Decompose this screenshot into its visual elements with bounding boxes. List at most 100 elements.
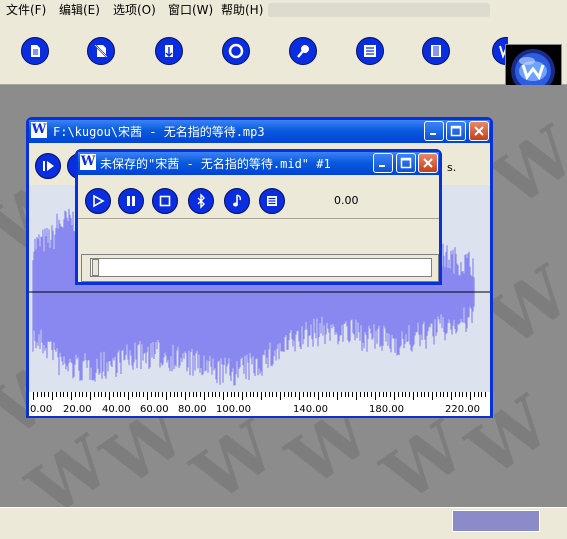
maximize-button[interactable]: [446, 121, 466, 141]
axis-tick: [120, 392, 122, 397]
blurred-region: [268, 3, 490, 17]
play-icon: [93, 194, 105, 208]
axis-tick: [397, 392, 399, 397]
seek-thumb[interactable]: [92, 259, 99, 276]
axis-tick: [329, 392, 331, 397]
watermark-w: W: [178, 404, 291, 519]
axis-tick: [215, 392, 217, 397]
axis-tick: [371, 392, 373, 397]
record-button[interactable]: [222, 37, 250, 65]
axis-label: 40.00: [102, 404, 131, 415]
time-display: 0.00: [334, 194, 359, 207]
axis-tick: [219, 392, 221, 397]
axis-tick: [196, 392, 198, 397]
axis-tick: [67, 392, 69, 397]
axis-tick: [337, 392, 338, 400]
axis-tick: [71, 392, 72, 400]
axis-tick: [257, 392, 259, 397]
seek-track[interactable]: [90, 258, 432, 277]
list-icon: [267, 196, 277, 206]
axis-tick: [390, 392, 392, 397]
maximize-button[interactable]: [396, 153, 416, 173]
axis-tick: [386, 392, 388, 397]
pause-button[interactable]: [118, 188, 144, 214]
axis-tick: [344, 392, 346, 397]
audio-window-titlebar[interactable]: W F:\kugou\宋茜 - 无名指的等待.mp3: [29, 120, 490, 143]
minimize-icon: [379, 165, 385, 167]
axis-tick: [382, 392, 384, 397]
axis-tick: [135, 392, 137, 397]
play-button[interactable]: [85, 188, 111, 214]
music-note-button[interactable]: [224, 188, 250, 214]
axis-tick: [192, 392, 194, 397]
axis-tick: [443, 392, 445, 397]
axis-tick: [318, 392, 319, 400]
divider: [78, 218, 439, 219]
axis-tick: [55, 392, 57, 397]
axis-tick: [249, 392, 251, 397]
app-icon: W: [31, 122, 47, 138]
import-button[interactable]: [155, 37, 183, 65]
axis-tick: [287, 392, 289, 397]
axis-tick: [109, 392, 110, 400]
menu-options[interactable]: 选项(O): [113, 2, 156, 18]
axis-tick: [97, 392, 99, 397]
menu-window[interactable]: 窗口(W): [168, 2, 213, 18]
menu-edit[interactable]: 编辑(E): [59, 2, 100, 18]
minimize-icon: [430, 133, 436, 135]
axis-tick: [367, 392, 369, 397]
axis-tick: [166, 392, 167, 400]
axis-tick: [454, 392, 456, 397]
maximize-icon: [400, 157, 412, 169]
axis-tick: [128, 392, 129, 400]
axis-label: 0.00: [30, 404, 53, 415]
list-button[interactable]: [259, 188, 285, 214]
bluetooth-button[interactable]: [188, 188, 214, 214]
axis-tick: [238, 392, 240, 397]
midi-window-titlebar[interactable]: W 未保存的"宋茜 - 无名指的等待.mid" #1: [78, 152, 439, 175]
menu-file[interactable]: 文件(F): [6, 2, 46, 18]
axis-tick: [74, 392, 76, 397]
menu-help[interactable]: 帮助(H): [221, 2, 263, 18]
axis-tick: [93, 392, 95, 397]
axis-tick: [447, 392, 449, 397]
axis-tick: [245, 392, 247, 397]
close-document-button[interactable]: [87, 37, 115, 65]
new-document-button[interactable]: [21, 37, 49, 65]
axis-tick: [428, 392, 430, 397]
minimize-button[interactable]: [424, 121, 444, 141]
axis-label: 100.00: [216, 404, 251, 415]
axis-tick: [470, 392, 471, 400]
stop-button[interactable]: [152, 188, 178, 214]
axis-tick: [253, 392, 255, 397]
axis-tick: [185, 392, 186, 400]
axis-tick: [48, 392, 50, 397]
axis-tick: [413, 392, 414, 400]
axis-tick: [101, 392, 103, 397]
minimize-button[interactable]: [373, 153, 393, 173]
axis-tick: [143, 392, 145, 397]
axis-tick: [162, 392, 164, 397]
axis-tick: [272, 392, 274, 397]
close-button[interactable]: [418, 153, 438, 173]
play-button[interactable]: [35, 153, 61, 179]
axis-tick: [261, 392, 262, 400]
axis-tick: [321, 392, 323, 397]
import-icon: [165, 45, 173, 58]
columns-button[interactable]: [422, 37, 450, 65]
axis-label: 140.00: [293, 404, 328, 415]
music-note-icon: [233, 194, 242, 207]
axis-tick: [158, 392, 160, 397]
list-icon: [364, 45, 376, 57]
axis-tick: [325, 392, 327, 397]
axis-tick: [52, 392, 53, 400]
axis-tick: [394, 392, 395, 400]
axis-tick: [226, 392, 228, 397]
axis-tick: [116, 392, 118, 397]
axis-tick: [276, 392, 278, 397]
microphone-button[interactable]: [289, 37, 317, 65]
columns-icon: [431, 45, 441, 57]
axis-tick: [59, 392, 61, 397]
list-button[interactable]: [356, 37, 384, 65]
close-button[interactable]: [469, 121, 489, 141]
